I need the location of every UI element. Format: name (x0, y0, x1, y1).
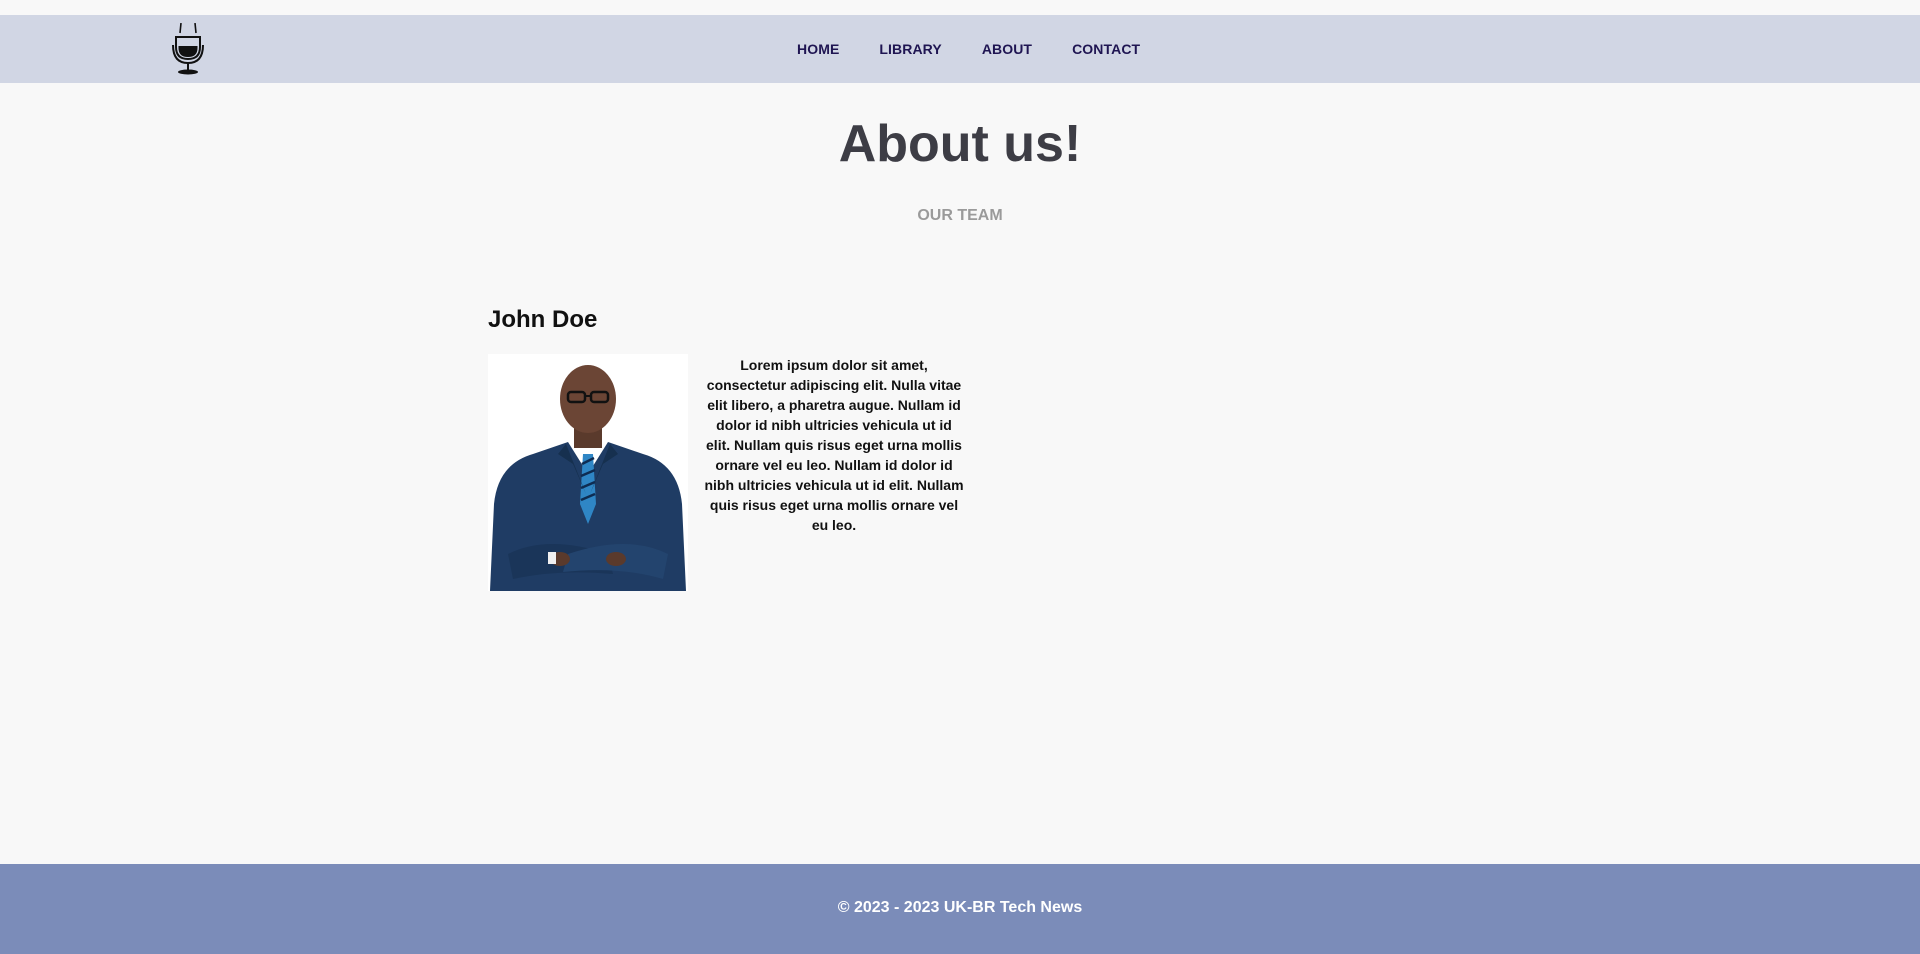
page-title: About us! (838, 115, 1082, 173)
member-bio: Lorem ipsum dolor sit amet, consectetur … (704, 357, 964, 533)
navbar: HOME LIBRARY ABOUT CONTACT (0, 15, 1920, 83)
footer: © 2023 - 2023 UK-BR Tech News (0, 864, 1920, 954)
nav-link-contact[interactable]: CONTACT (1072, 41, 1140, 57)
nav-link-library[interactable]: LIBRARY (879, 41, 941, 57)
microphone-icon[interactable] (170, 22, 206, 75)
nav-link-about[interactable]: ABOUT (982, 41, 1032, 57)
member-name: John Doe (488, 306, 598, 333)
main-nav: HOME LIBRARY ABOUT CONTACT (797, 15, 1140, 83)
nav-link-home[interactable]: HOME (797, 41, 839, 57)
copyright-text: © 2023 - 2023 UK-BR Tech News (837, 899, 1083, 916)
team-member-photo (488, 354, 688, 591)
section-subtitle: OUR TEAM (917, 207, 1003, 224)
